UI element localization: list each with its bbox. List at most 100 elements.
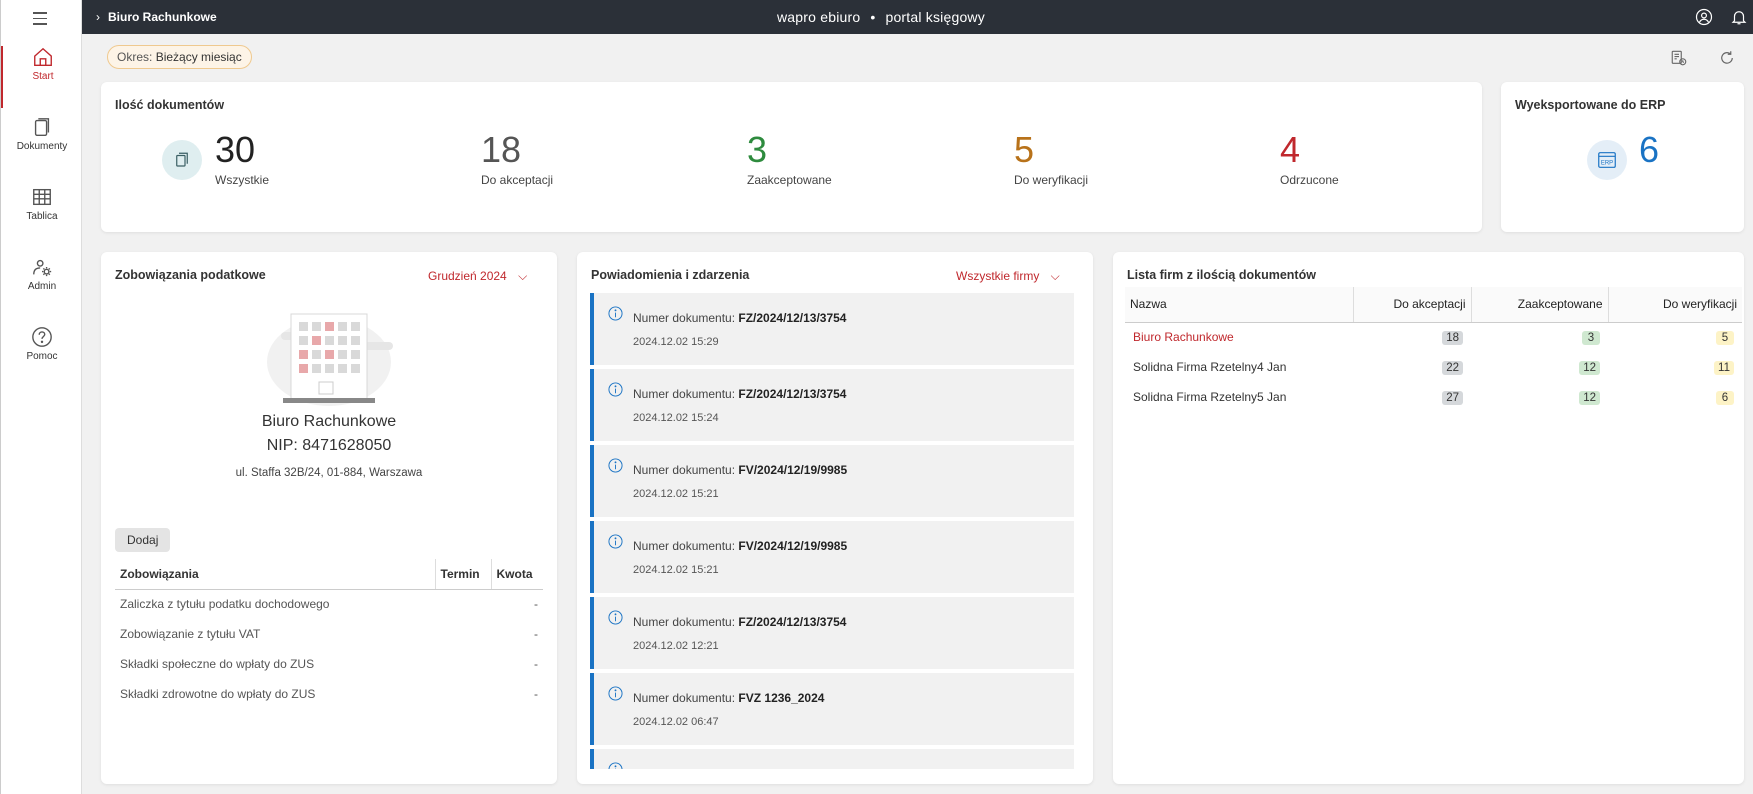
- notification-document: Numer dokumentu: FV/2024/12/19/9985: [633, 539, 847, 553]
- obligation-name: Składki społeczne do wpłaty do ZUS: [120, 657, 315, 671]
- sidebar-item-label: Pomoc: [26, 351, 58, 362]
- hamburger-menu-icon[interactable]: [28, 8, 52, 32]
- stat-to-verify[interactable]: 5 Do weryfikacji: [1014, 129, 1088, 188]
- info-icon: [608, 306, 623, 321]
- table-row[interactable]: Zobowiązanie z tytułu VAT -: [115, 619, 543, 649]
- documents-icon: [34, 118, 50, 136]
- notification-document: Numer dokumentu: FZ/2024/12/13/3754: [633, 311, 846, 325]
- count-badge[interactable]: 11: [1714, 360, 1734, 375]
- sidebar-item-pomoc[interactable]: Pomoc: [1, 326, 83, 388]
- obligation-amount: -: [534, 627, 538, 641]
- sidebar-item-start[interactable]: Start: [1, 46, 83, 108]
- notification-document: Numer dokumentu: FZ/2024/12/13/3754: [633, 615, 846, 629]
- brand-right: portal księgowy: [885, 9, 985, 25]
- notifications-card: Powiadomienia i zdarzenia Wszystkie firm…: [577, 252, 1093, 784]
- tax-obligations-card: Zobowiązania podatkowe Grudzień 2024 ⌵ B…: [101, 252, 557, 784]
- table-row[interactable]: Solidna Firma Rzetelny5 Jan 27 12 6: [1125, 382, 1742, 412]
- export-settings-icon[interactable]: [1670, 49, 1688, 67]
- help-icon: [32, 327, 52, 347]
- column-header-amount[interactable]: Kwota: [490, 559, 543, 590]
- count-badge[interactable]: 22: [1442, 360, 1463, 375]
- notification-item[interactable]: Numer dokumentu: FZ/2024/12/13/3754 2024…: [590, 293, 1074, 365]
- table-row[interactable]: Zaliczka z tytułu podatku dochodowego -: [115, 589, 543, 619]
- chevron-right-icon: ›: [96, 10, 100, 24]
- stat-all-label: Wszystkie: [215, 173, 269, 187]
- stat-accepted[interactable]: 3 Zaakceptowane: [747, 130, 832, 188]
- obligation-name: Składki zdrowotne do wpłaty do ZUS: [120, 687, 316, 701]
- bell-icon[interactable]: [1730, 8, 1748, 26]
- column-header-to-verify[interactable]: Do weryfikacji: [1607, 287, 1742, 323]
- table-row[interactable]: Biuro Rachunkowe 18 3 5: [1125, 322, 1742, 352]
- stat-rejected[interactable]: 4 Odrzucone: [1280, 129, 1339, 188]
- sidebar: Start Dokumenty Tablica Admin Pomoc: [0, 0, 82, 794]
- table-row[interactable]: Solidna Firma Rzetelny4 Jan 22 12 11: [1125, 352, 1742, 382]
- count-badge[interactable]: 27: [1442, 390, 1463, 405]
- doc-label: Numer dokumentu:: [633, 615, 736, 629]
- breadcrumb[interactable]: › Biuro Rachunkowe: [96, 10, 217, 24]
- cell-to-accept: 22: [1353, 352, 1471, 382]
- notification-item-partial[interactable]: [590, 749, 1074, 769]
- sidebar-item-tablica[interactable]: Tablica: [1, 186, 83, 248]
- erp-card-title: Wyeksportowane do ERP: [1515, 98, 1666, 112]
- stat-to-accept-label: Do akceptacji: [481, 173, 554, 187]
- company-name: Biuro Rachunkowe: [261, 413, 397, 430]
- column-header-accepted[interactable]: Zaakceptowane: [1470, 287, 1608, 323]
- notification-item[interactable]: Numer dokumentu: FV/2024/12/19/9985 2024…: [590, 521, 1074, 593]
- column-header-to-accept[interactable]: Do akceptacji: [1352, 287, 1471, 323]
- cell-to-accept: 18: [1353, 322, 1471, 352]
- period-label: Okres:: [117, 50, 153, 64]
- stat-erp[interactable]: 6: [1639, 130, 1659, 170]
- firm-name-link[interactable]: Biuro Rachunkowe: [1133, 330, 1234, 344]
- refresh-icon[interactable]: [1718, 49, 1736, 67]
- count-badge[interactable]: 3: [1582, 330, 1600, 345]
- brand-left: wapro ebiuro: [777, 9, 861, 25]
- stat-to-verify-value: 5: [1014, 129, 1035, 170]
- stat-all[interactable]: 30 Wszystkie: [215, 130, 269, 188]
- erp-icon: ERP: [1587, 140, 1627, 180]
- notification-item[interactable]: Numer dokumentu: FZ/2024/12/13/3754 2024…: [590, 369, 1074, 441]
- count-badge[interactable]: 6: [1716, 390, 1734, 405]
- notification-date: 2024.12.02 15:21: [633, 564, 719, 576]
- count-badge[interactable]: 18: [1442, 330, 1463, 345]
- user-account-icon[interactable]: [1695, 8, 1713, 26]
- stat-rejected-value: 4: [1280, 129, 1301, 170]
- chevron-down-icon: ⌵: [518, 269, 528, 283]
- add-obligation-button[interactable]: Dodaj: [115, 528, 171, 552]
- notification-date: 2024.12.02 15:21: [633, 488, 719, 500]
- count-badge[interactable]: 12: [1579, 360, 1600, 375]
- chevron-down-icon: ⌵: [1050, 269, 1060, 283]
- sidebar-item-admin[interactable]: Admin: [1, 256, 83, 318]
- notifications-list[interactable]: Numer dokumentu: FZ/2024/12/13/3754 2024…: [590, 293, 1074, 769]
- obligation-term: [435, 679, 491, 709]
- notification-date: 2024.12.02 12:21: [633, 640, 719, 652]
- obligation-term: [435, 589, 491, 619]
- company-address: ul. Staffa 32B/24, 01-884, Warszawa: [235, 467, 423, 479]
- firms-card-title: Lista firm z ilością dokumentów: [1127, 268, 1316, 282]
- sidebar-item-label: Admin: [27, 281, 57, 292]
- column-header-term[interactable]: Termin: [434, 559, 491, 590]
- period-filter[interactable]: Okres: Bieżący miesiąc: [107, 45, 252, 69]
- table-row[interactable]: Składki społeczne do wpłaty do ZUS -: [115, 649, 543, 679]
- table-row[interactable]: Składki zdrowotne do wpłaty do ZUS -: [115, 679, 543, 709]
- stat-to-accept[interactable]: 18 Do akceptacji: [481, 130, 554, 188]
- table-header-row: Nazwa Do akceptacji Zaakceptowane Do wer…: [1125, 287, 1742, 323]
- notification-item[interactable]: Numer dokumentu: FVZ 1236_2024 2024.12.0…: [590, 673, 1074, 745]
- info-icon: [608, 458, 623, 473]
- column-header-name[interactable]: Nazwa: [1125, 287, 1353, 323]
- table-icon: [33, 188, 51, 206]
- brand-logo: wapro ebiuro • portal księgowy: [777, 9, 985, 25]
- documents-count-card: Ilość dokumentów 30 Wszystkie 18 Do akce…: [101, 82, 1482, 232]
- count-badge[interactable]: 5: [1716, 330, 1734, 345]
- notification-item[interactable]: Numer dokumentu: FZ/2024/12/13/3754 2024…: [590, 597, 1074, 669]
- sidebar-item-dokumenty[interactable]: Dokumenty: [1, 116, 83, 178]
- notification-date: 2024.12.02 15:29: [633, 336, 719, 348]
- count-badge[interactable]: 12: [1579, 390, 1600, 405]
- firm-filter-selector[interactable]: Wszystkie firmy ⌵: [956, 269, 1060, 284]
- column-header-obligations[interactable]: Zobowiązania: [115, 559, 435, 590]
- month-selector[interactable]: Grudzień 2024 ⌵: [428, 269, 527, 284]
- notification-item[interactable]: Numer dokumentu: FV/2024/12/19/9985 2024…: [590, 445, 1074, 517]
- tax-card-title: Zobowiązania podatkowe: [115, 268, 266, 282]
- admin-gear-icon: [33, 259, 52, 277]
- cell-to-accept: 27: [1353, 382, 1471, 412]
- info-icon: [608, 382, 623, 397]
